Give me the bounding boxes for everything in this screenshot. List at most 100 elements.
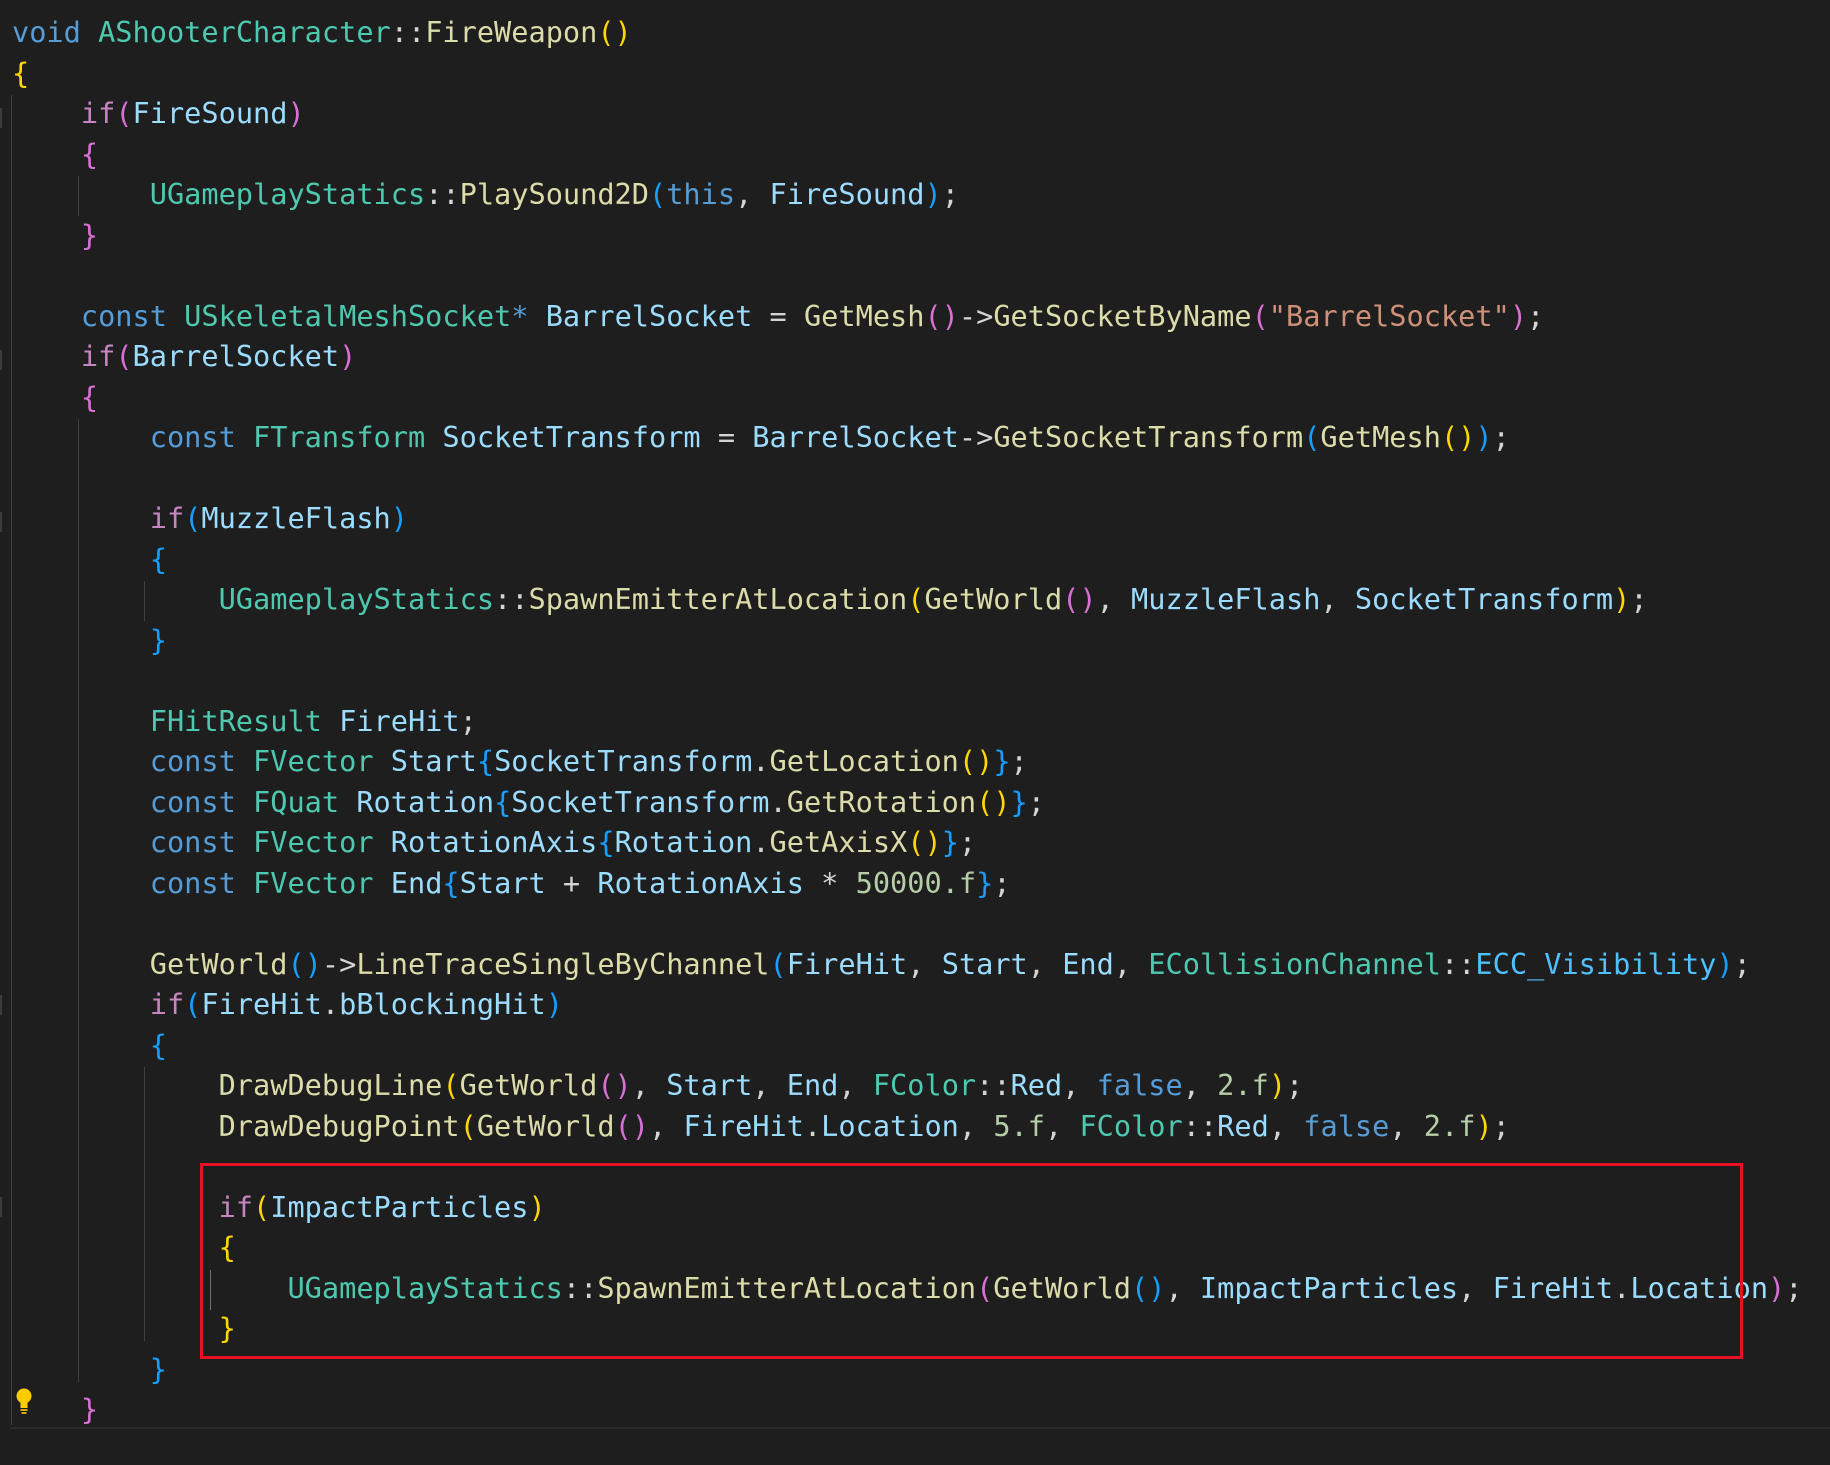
code-token: MuzzleFlash	[201, 501, 391, 535]
code-token: ,	[631, 1068, 667, 1102]
code-line[interactable]: UGameplayStatics::SpawnEmitterAtLocation…	[12, 579, 1802, 620]
code-token: const	[149, 784, 236, 819]
code-token: (	[115, 96, 133, 130]
code-line[interactable]: const FVector Start{SocketTransform.GetL…	[12, 741, 1802, 782]
code-token: ;	[1785, 1270, 1803, 1305]
gutter-marker	[0, 1197, 2, 1217]
code-token: ;	[993, 865, 1011, 900]
code-line[interactable]: ​	[12, 255, 1802, 296]
code-token: GetWorld	[149, 946, 288, 981]
code-token: )	[1268, 1068, 1287, 1102]
code-token: GetWorld	[924, 582, 1063, 616]
code-token: End	[1062, 946, 1114, 981]
code-editor[interactable]: void AShooterCharacter::FireWeapon(){ if…	[0, 0, 1830, 1465]
code-token: FireHit	[201, 987, 322, 1021]
code-line[interactable]: UGameplayStatics::PlaySound2D(this, Fire…	[12, 174, 1802, 215]
lightbulb-icon[interactable]	[13, 1386, 35, 1416]
code-token: GetMesh	[1320, 420, 1441, 454]
code-token: ()	[1062, 582, 1097, 616]
code-line[interactable]: const FVector RotationAxis{Rotation.GetA…	[12, 822, 1802, 863]
code-token: (	[649, 177, 667, 211]
code-token: (	[442, 1068, 460, 1102]
code-token: SpawnEmitterAtLocation	[528, 582, 908, 616]
code-token: {	[149, 541, 167, 576]
code-line[interactable]: {	[12, 1025, 1802, 1066]
code-token: )	[545, 987, 563, 1021]
code-token: FireWeapon	[425, 15, 598, 49]
code-token: if	[80, 96, 116, 130]
code-line[interactable]: DrawDebugLine(GetWorld(), Start, End, FC…	[12, 1065, 1802, 1106]
code-token: UGameplayStatics	[218, 582, 495, 616]
code-token: ;	[1492, 1108, 1510, 1143]
code-line[interactable]: }	[12, 215, 1802, 256]
code-line[interactable]: const FQuat Rotation{SocketTransform.Get…	[12, 782, 1802, 823]
code-token: )	[1768, 1270, 1786, 1305]
code-token: const	[149, 420, 236, 454]
code-token: ->	[958, 298, 994, 333]
code-token: UGameplayStatics	[149, 177, 426, 211]
code-token: )	[1509, 298, 1528, 333]
code-token: ,	[838, 1068, 873, 1102]
code-token: const	[149, 865, 236, 900]
code-line[interactable]: void AShooterCharacter::FireWeapon()	[12, 12, 1802, 53]
editor-bottom-border	[10, 1427, 1830, 1429]
code-token: }	[976, 865, 994, 900]
code-line[interactable]: if(BarrelSocket)	[12, 336, 1802, 377]
code-token: *	[511, 298, 529, 333]
code-token: Location	[821, 1108, 959, 1143]
code-line[interactable]: }	[12, 1389, 1802, 1430]
code-line[interactable]: if(FireHit.bBlockingHit)	[12, 984, 1802, 1025]
code-line[interactable]: FHitResult FireHit;	[12, 701, 1802, 742]
code-token: 2.f	[1423, 1108, 1476, 1143]
code-line[interactable]: ​	[12, 903, 1802, 944]
code-token: ,	[735, 177, 770, 211]
code-token: (	[1251, 298, 1269, 333]
code-token: FTransform	[253, 420, 426, 454]
code-token: Rotation	[614, 825, 753, 859]
code-token: ()	[597, 15, 632, 49]
code-line[interactable]: const FVector End{Start + RotationAxis *…	[12, 863, 1802, 904]
code-token: BarrelSocket	[132, 339, 340, 373]
code-token: }	[80, 1392, 99, 1426]
code-token: RotationAxis	[597, 865, 804, 900]
code-line[interactable]: ​	[12, 458, 1802, 499]
code-line[interactable]: {	[12, 539, 1802, 580]
code-token: if	[80, 339, 116, 373]
red-highlight-box	[200, 1163, 1743, 1359]
code-line[interactable]: const FTransform SocketTransform = Barre…	[12, 417, 1802, 458]
code-line[interactable]: GetWorld()->LineTraceSingleByChannel(Fir…	[12, 944, 1802, 985]
gutter-marker	[0, 108, 2, 128]
code-token: 2.f	[1217, 1068, 1269, 1102]
code-token: "BarrelSocket"	[1268, 298, 1510, 333]
code-token: GetWorld	[476, 1108, 615, 1143]
code-line[interactable]: {	[12, 134, 1802, 175]
code-line[interactable]: if(FireSound)	[12, 93, 1802, 134]
code-line[interactable]: {	[12, 53, 1802, 94]
code-line[interactable]: {	[12, 377, 1802, 418]
code-token: FColor	[872, 1068, 977, 1102]
code-line[interactable]: ​	[12, 660, 1802, 701]
code-token: {	[476, 744, 495, 778]
code-line[interactable]: }	[12, 620, 1802, 661]
code-token: Start	[941, 946, 1028, 981]
code-line[interactable]: const USkeletalMeshSocket* BarrelSocket …	[12, 296, 1802, 337]
code-token: Red	[1010, 1068, 1063, 1102]
code-token: *	[803, 865, 856, 900]
code-token: .	[321, 987, 340, 1021]
code-token: (	[907, 582, 925, 616]
code-line[interactable]: if(MuzzleFlash)	[12, 498, 1802, 539]
code-token: )	[390, 501, 408, 535]
code-line[interactable]: DrawDebugPoint(GetWorld(), FireHit.Locat…	[12, 1106, 1802, 1147]
